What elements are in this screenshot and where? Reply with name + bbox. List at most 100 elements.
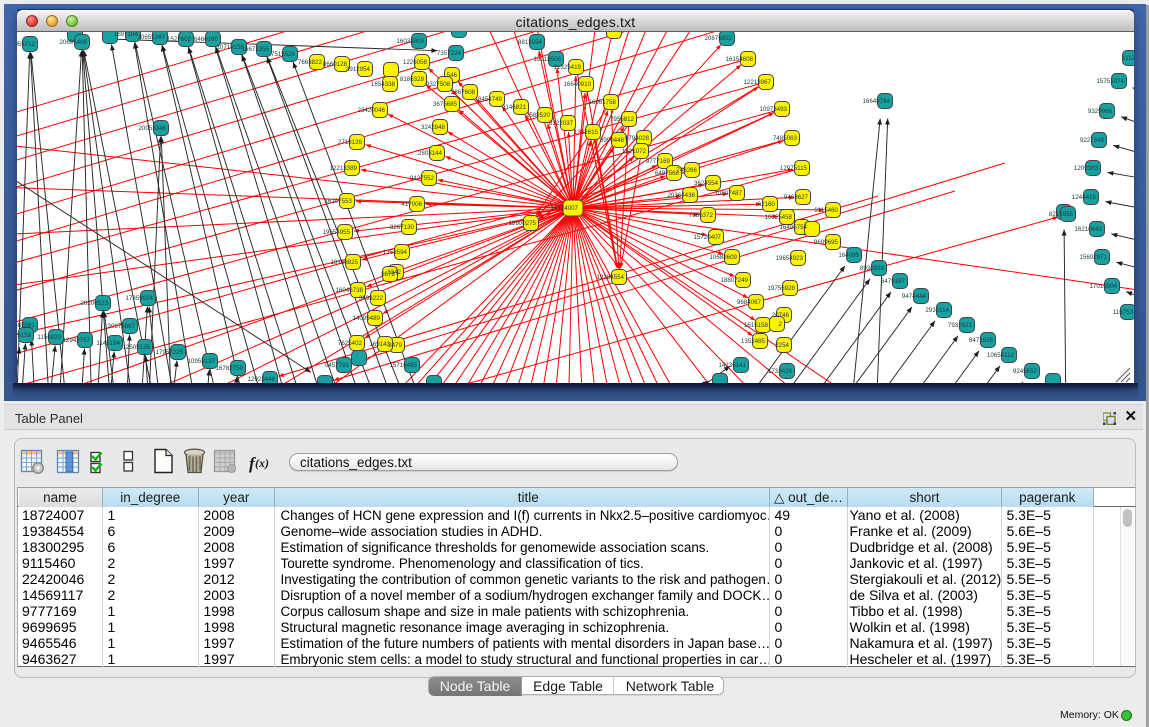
svg-text:8454749: 8454749	[478, 96, 503, 103]
svg-text:20206523: 20206523	[80, 300, 108, 307]
svg-text:8678: 8678	[381, 271, 395, 278]
svg-text:15720407: 15720407	[693, 234, 721, 241]
svg-text:1362615: 1362615	[574, 129, 599, 136]
svg-text:9684067: 9684067	[737, 299, 762, 306]
svg-text:7886372: 7886372	[689, 212, 714, 219]
svg-text:12975115: 12975115	[780, 165, 808, 172]
svg-text:15751074: 15751074	[1096, 78, 1124, 85]
svg-text:12505135: 12505135	[122, 344, 150, 351]
svg-text:7357224: 7357224	[437, 50, 462, 57]
svg-text:2718126: 2718126	[338, 139, 363, 146]
svg-text:30975867: 30975867	[107, 323, 135, 330]
svg-text:17957225: 17957225	[155, 349, 183, 356]
svg-text:164095: 164095	[838, 252, 859, 259]
svg-text:12213967: 12213967	[743, 79, 771, 86]
svg-text:116753: 116753	[1113, 309, 1134, 316]
svg-text:1615158: 1615158	[744, 322, 769, 329]
svg-text:20691406: 20691406	[59, 39, 87, 46]
svg-text:9146821: 9146821	[502, 104, 527, 111]
svg-text:9329966: 9329966	[1088, 108, 1113, 115]
svg-text:18807249: 18807249	[720, 277, 748, 284]
svg-text:9474444: 9474444	[902, 293, 927, 300]
svg-text:10807487: 10807487	[714, 190, 742, 197]
svg-text:8267130: 8267130	[390, 224, 415, 231]
svg-text:9115460: 9115460	[814, 207, 838, 214]
svg-text:17359924: 17359924	[125, 295, 153, 302]
svg-text:16495754: 16495754	[779, 224, 807, 231]
svg-text:20053346: 20053346	[138, 125, 166, 132]
svg-text:1352485: 1352485	[741, 338, 766, 345]
svg-text:6479197: 6479197	[881, 278, 906, 285]
svg-text:12923448: 12923448	[247, 376, 275, 383]
svg-text:2935114: 2935114	[925, 307, 949, 314]
svg-text:6466160: 6466160	[194, 36, 219, 43]
svg-text:16671355: 16671355	[241, 46, 269, 53]
svg-text:16210643: 16210643	[1074, 226, 1102, 233]
svg-text:14099489: 14099489	[352, 315, 380, 322]
svg-text:7485063: 7485063	[773, 135, 798, 142]
svg-text:10973493: 10973493	[759, 106, 787, 113]
svg-text:546: 546	[447, 72, 458, 79]
svg-text:8322037: 8322037	[549, 120, 574, 127]
svg-text:16046738: 16046738	[335, 287, 363, 294]
svg-text:9245652: 9245652	[1013, 368, 1038, 375]
svg-text:16648784: 16648784	[862, 98, 890, 105]
svg-text:10688609: 10688609	[709, 254, 737, 261]
svg-text:12942757: 12942757	[62, 337, 90, 344]
svg-text:2254: 2254	[775, 342, 789, 349]
svg-text:9463627: 9463627	[784, 194, 809, 201]
svg-text:1697104: 1697104	[114, 32, 139, 38]
svg-text:1654338: 1654338	[371, 81, 396, 88]
svg-text:19756928: 19756928	[767, 285, 795, 292]
svg-text:7515526: 7515526	[271, 51, 296, 58]
svg-text:2588520: 2588520	[526, 112, 551, 119]
svg-text:19654955: 19654955	[322, 229, 350, 236]
svg-text:16033809: 16033809	[396, 38, 424, 45]
svg-text:20746: 20746	[772, 312, 790, 319]
svg-text:2: 2	[779, 321, 783, 328]
svg-text:1226058: 1226058	[403, 59, 428, 66]
svg-text:8471626: 8471626	[969, 337, 994, 344]
svg-text:1145194: 1145194	[96, 340, 120, 347]
svg-text:8990448: 8990448	[600, 137, 625, 144]
svg-text:7625402: 7625402	[338, 340, 363, 347]
svg-text:15716485: 15716485	[389, 362, 417, 369]
svg-text:9794028: 9794028	[625, 135, 650, 142]
svg-text:9327508: 9327508	[426, 81, 451, 88]
svg-text:2867608: 2867608	[451, 89, 476, 96]
svg-text:17016504: 17016504	[1089, 283, 1117, 290]
svg-text:8215955: 8215955	[1049, 211, 1074, 218]
svg-text:1527602: 1527602	[167, 36, 192, 43]
svg-text:8813054: 8813054	[518, 39, 543, 46]
svg-text:16961758: 16961758	[588, 99, 616, 106]
svg-text:9457791: 9457791	[325, 362, 350, 369]
svg-text:16782759: 16782759	[215, 365, 243, 372]
svg-text:7932621: 7932621	[948, 322, 973, 329]
svg-text:10655267: 10655267	[137, 34, 165, 41]
svg-text:8660128: 8660128	[323, 61, 348, 68]
svg-text:9427552: 9427552	[410, 175, 435, 182]
svg-text:746266: 746266	[676, 167, 697, 174]
svg-text:1353594: 1353594	[383, 249, 408, 256]
svg-text:8186328: 8186328	[400, 76, 425, 83]
svg-text:23420046: 23420046	[357, 107, 385, 114]
svg-text:8938928: 8938928	[860, 265, 885, 272]
svg-text:8479: 8479	[388, 342, 402, 349]
svg-text:20364436: 20364436	[667, 192, 695, 199]
svg-text:1156829: 1156829	[37, 334, 61, 341]
svg-text:12213389: 12213389	[329, 165, 357, 172]
svg-text:1485061: 1485061	[17, 322, 36, 329]
svg-text:14055712: 14055712	[17, 41, 36, 48]
svg-text:19218506: 19218506	[533, 56, 561, 63]
svg-text:16107553: 16107553	[324, 198, 352, 205]
svg-text:16154808: 16154808	[725, 56, 753, 63]
svg-text:169143: 169143	[369, 341, 390, 348]
svg-text:14136141: 14136141	[718, 362, 746, 369]
svg-text:10719155: 10719155	[216, 44, 244, 51]
svg-text:15692971: 15692971	[1079, 254, 1107, 261]
svg-text:1733426: 1733426	[768, 368, 793, 375]
svg-text:11325419: 11325419	[554, 64, 582, 71]
svg-text:7955812: 7955812	[610, 116, 635, 123]
svg-text:3675685: 3675685	[433, 101, 458, 108]
svg-text:9777169: 9777169	[646, 158, 671, 165]
